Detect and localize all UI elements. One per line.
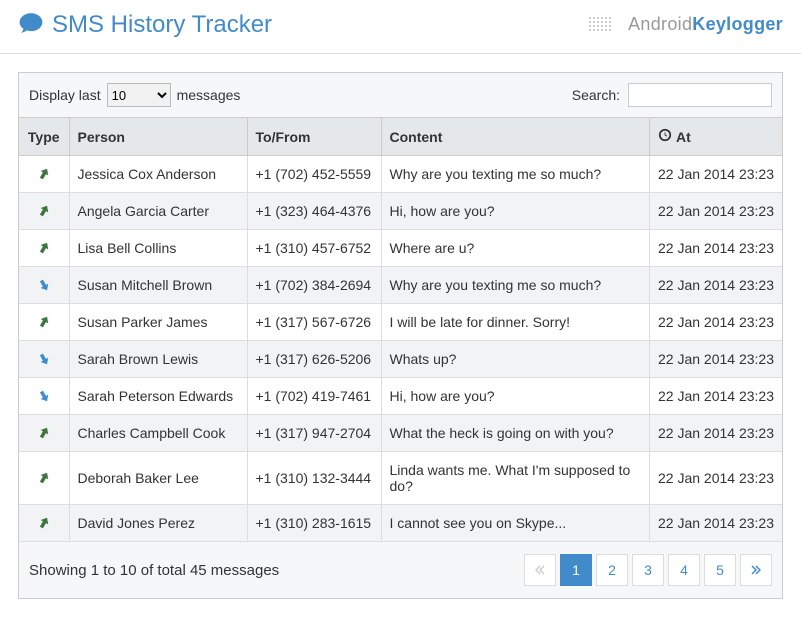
outgoing-arrow-icon	[27, 204, 61, 218]
cell-phone: +1 (310) 132-3444	[247, 452, 381, 505]
cell-type	[19, 505, 69, 542]
page-3-button[interactable]: 3	[632, 554, 664, 586]
cell-content: Hi, how are you?	[381, 378, 650, 415]
cell-person: David Jones Perez	[69, 505, 247, 542]
col-header-content[interactable]: Content	[381, 118, 650, 156]
col-header-at-label: At	[676, 129, 691, 145]
cell-person: Susan Parker James	[69, 304, 247, 341]
table-row: Sarah Brown Lewis+1 (317) 626-5206Whats …	[19, 341, 782, 378]
table-row: Angela Garcia Carter+1 (323) 464-4376Hi,…	[19, 193, 782, 230]
cell-person: Angela Garcia Carter	[69, 193, 247, 230]
cell-person: Sarah Brown Lewis	[69, 341, 247, 378]
cell-phone: +1 (323) 464-4376	[247, 193, 381, 230]
outgoing-arrow-icon	[27, 471, 61, 485]
brand-text-bold: Keylogger	[692, 14, 783, 34]
page-next-all-button[interactable]	[740, 554, 772, 586]
results-summary: Showing 1 to 10 of total 45 messages	[29, 562, 279, 579]
cell-content: Whats up?	[381, 341, 650, 378]
page-1-button[interactable]: 1	[560, 554, 592, 586]
col-header-at[interactable]: At	[650, 118, 783, 156]
clock-icon	[658, 128, 672, 145]
pagination: 12345	[524, 554, 772, 586]
brand-dots-icon	[588, 16, 622, 34]
cell-at: 22 Jan 2014 23:23	[650, 156, 783, 193]
cell-at: 22 Jan 2014 23:23	[650, 378, 783, 415]
incoming-arrow-icon	[27, 278, 61, 292]
cell-at: 22 Jan 2014 23:23	[650, 193, 783, 230]
cell-type	[19, 304, 69, 341]
cell-content: Where are u?	[381, 230, 650, 267]
cell-content: I will be late for dinner. Sorry!	[381, 304, 650, 341]
cell-at: 22 Jan 2014 23:23	[650, 304, 783, 341]
cell-type	[19, 415, 69, 452]
cell-person: Deborah Baker Lee	[69, 452, 247, 505]
cell-phone: +1 (317) 567-6726	[247, 304, 381, 341]
page-title: SMS History Tracker	[52, 11, 272, 39]
col-header-person[interactable]: Person	[69, 118, 247, 156]
cell-at: 22 Jan 2014 23:23	[650, 452, 783, 505]
table-row: Deborah Baker Lee+1 (310) 132-3444Linda …	[19, 452, 782, 505]
cell-person: Sarah Peterson Edwards	[69, 378, 247, 415]
cell-person: Jessica Cox Anderson	[69, 156, 247, 193]
cell-content: Why are you texting me so much?	[381, 267, 650, 304]
col-header-type[interactable]: Type	[19, 118, 69, 156]
cell-content: Linda wants me. What I'm supposed to do?	[381, 452, 650, 505]
outgoing-arrow-icon	[27, 516, 61, 530]
outgoing-arrow-icon	[27, 167, 61, 181]
page-prev-all-button	[524, 554, 556, 586]
cell-type	[19, 341, 69, 378]
brand-logo: AndroidKeylogger	[588, 14, 783, 35]
page-5-button[interactable]: 5	[704, 554, 736, 586]
cell-phone: +1 (317) 947-2704	[247, 415, 381, 452]
cell-person: Lisa Bell Collins	[69, 230, 247, 267]
table-row: Lisa Bell Collins+1 (310) 457-6752Where …	[19, 230, 782, 267]
search-input[interactable]	[628, 83, 772, 107]
table-row: David Jones Perez+1 (310) 283-1615I cann…	[19, 505, 782, 542]
brand-text-light: Android	[628, 14, 692, 34]
page-2-button[interactable]: 2	[596, 554, 628, 586]
cell-type	[19, 193, 69, 230]
display-last-label: Display last	[29, 87, 101, 103]
cell-person: Susan Mitchell Brown	[69, 267, 247, 304]
col-header-tofrom[interactable]: To/From	[247, 118, 381, 156]
cell-content: Why are you texting me so much?	[381, 156, 650, 193]
page-size-select[interactable]: 10	[107, 83, 171, 107]
cell-at: 22 Jan 2014 23:23	[650, 230, 783, 267]
incoming-arrow-icon	[27, 389, 61, 403]
outgoing-arrow-icon	[27, 241, 61, 255]
page-4-button[interactable]: 4	[668, 554, 700, 586]
table-row: Jessica Cox Anderson+1 (702) 452-5559Why…	[19, 156, 782, 193]
cell-phone: +1 (702) 419-7461	[247, 378, 381, 415]
cell-type	[19, 267, 69, 304]
cell-phone: +1 (702) 384-2694	[247, 267, 381, 304]
table-row: Charles Campbell Cook+1 (317) 947-2704Wh…	[19, 415, 782, 452]
cell-phone: +1 (310) 457-6752	[247, 230, 381, 267]
cell-content: What the heck is going on with you?	[381, 415, 650, 452]
table-row: Sarah Peterson Edwards+1 (702) 419-7461H…	[19, 378, 782, 415]
table-row: Susan Mitchell Brown+1 (702) 384-2694Why…	[19, 267, 782, 304]
outgoing-arrow-icon	[27, 426, 61, 440]
cell-type	[19, 230, 69, 267]
cell-person: Charles Campbell Cook	[69, 415, 247, 452]
incoming-arrow-icon	[27, 352, 61, 366]
cell-type	[19, 452, 69, 505]
cell-content: I cannot see you on Skype...	[381, 505, 650, 542]
messages-label: messages	[177, 87, 241, 103]
sms-table: Type Person To/From Content At Jessica C…	[19, 117, 782, 542]
cell-at: 22 Jan 2014 23:23	[650, 415, 783, 452]
cell-type	[19, 156, 69, 193]
search-label: Search:	[572, 87, 620, 103]
cell-phone: +1 (702) 452-5559	[247, 156, 381, 193]
cell-content: Hi, how are you?	[381, 193, 650, 230]
chat-icon	[18, 10, 44, 39]
outgoing-arrow-icon	[27, 315, 61, 329]
cell-at: 22 Jan 2014 23:23	[650, 505, 783, 542]
cell-at: 22 Jan 2014 23:23	[650, 267, 783, 304]
cell-phone: +1 (310) 283-1615	[247, 505, 381, 542]
cell-at: 22 Jan 2014 23:23	[650, 341, 783, 378]
cell-type	[19, 378, 69, 415]
cell-phone: +1 (317) 626-5206	[247, 341, 381, 378]
table-row: Susan Parker James+1 (317) 567-6726I wil…	[19, 304, 782, 341]
